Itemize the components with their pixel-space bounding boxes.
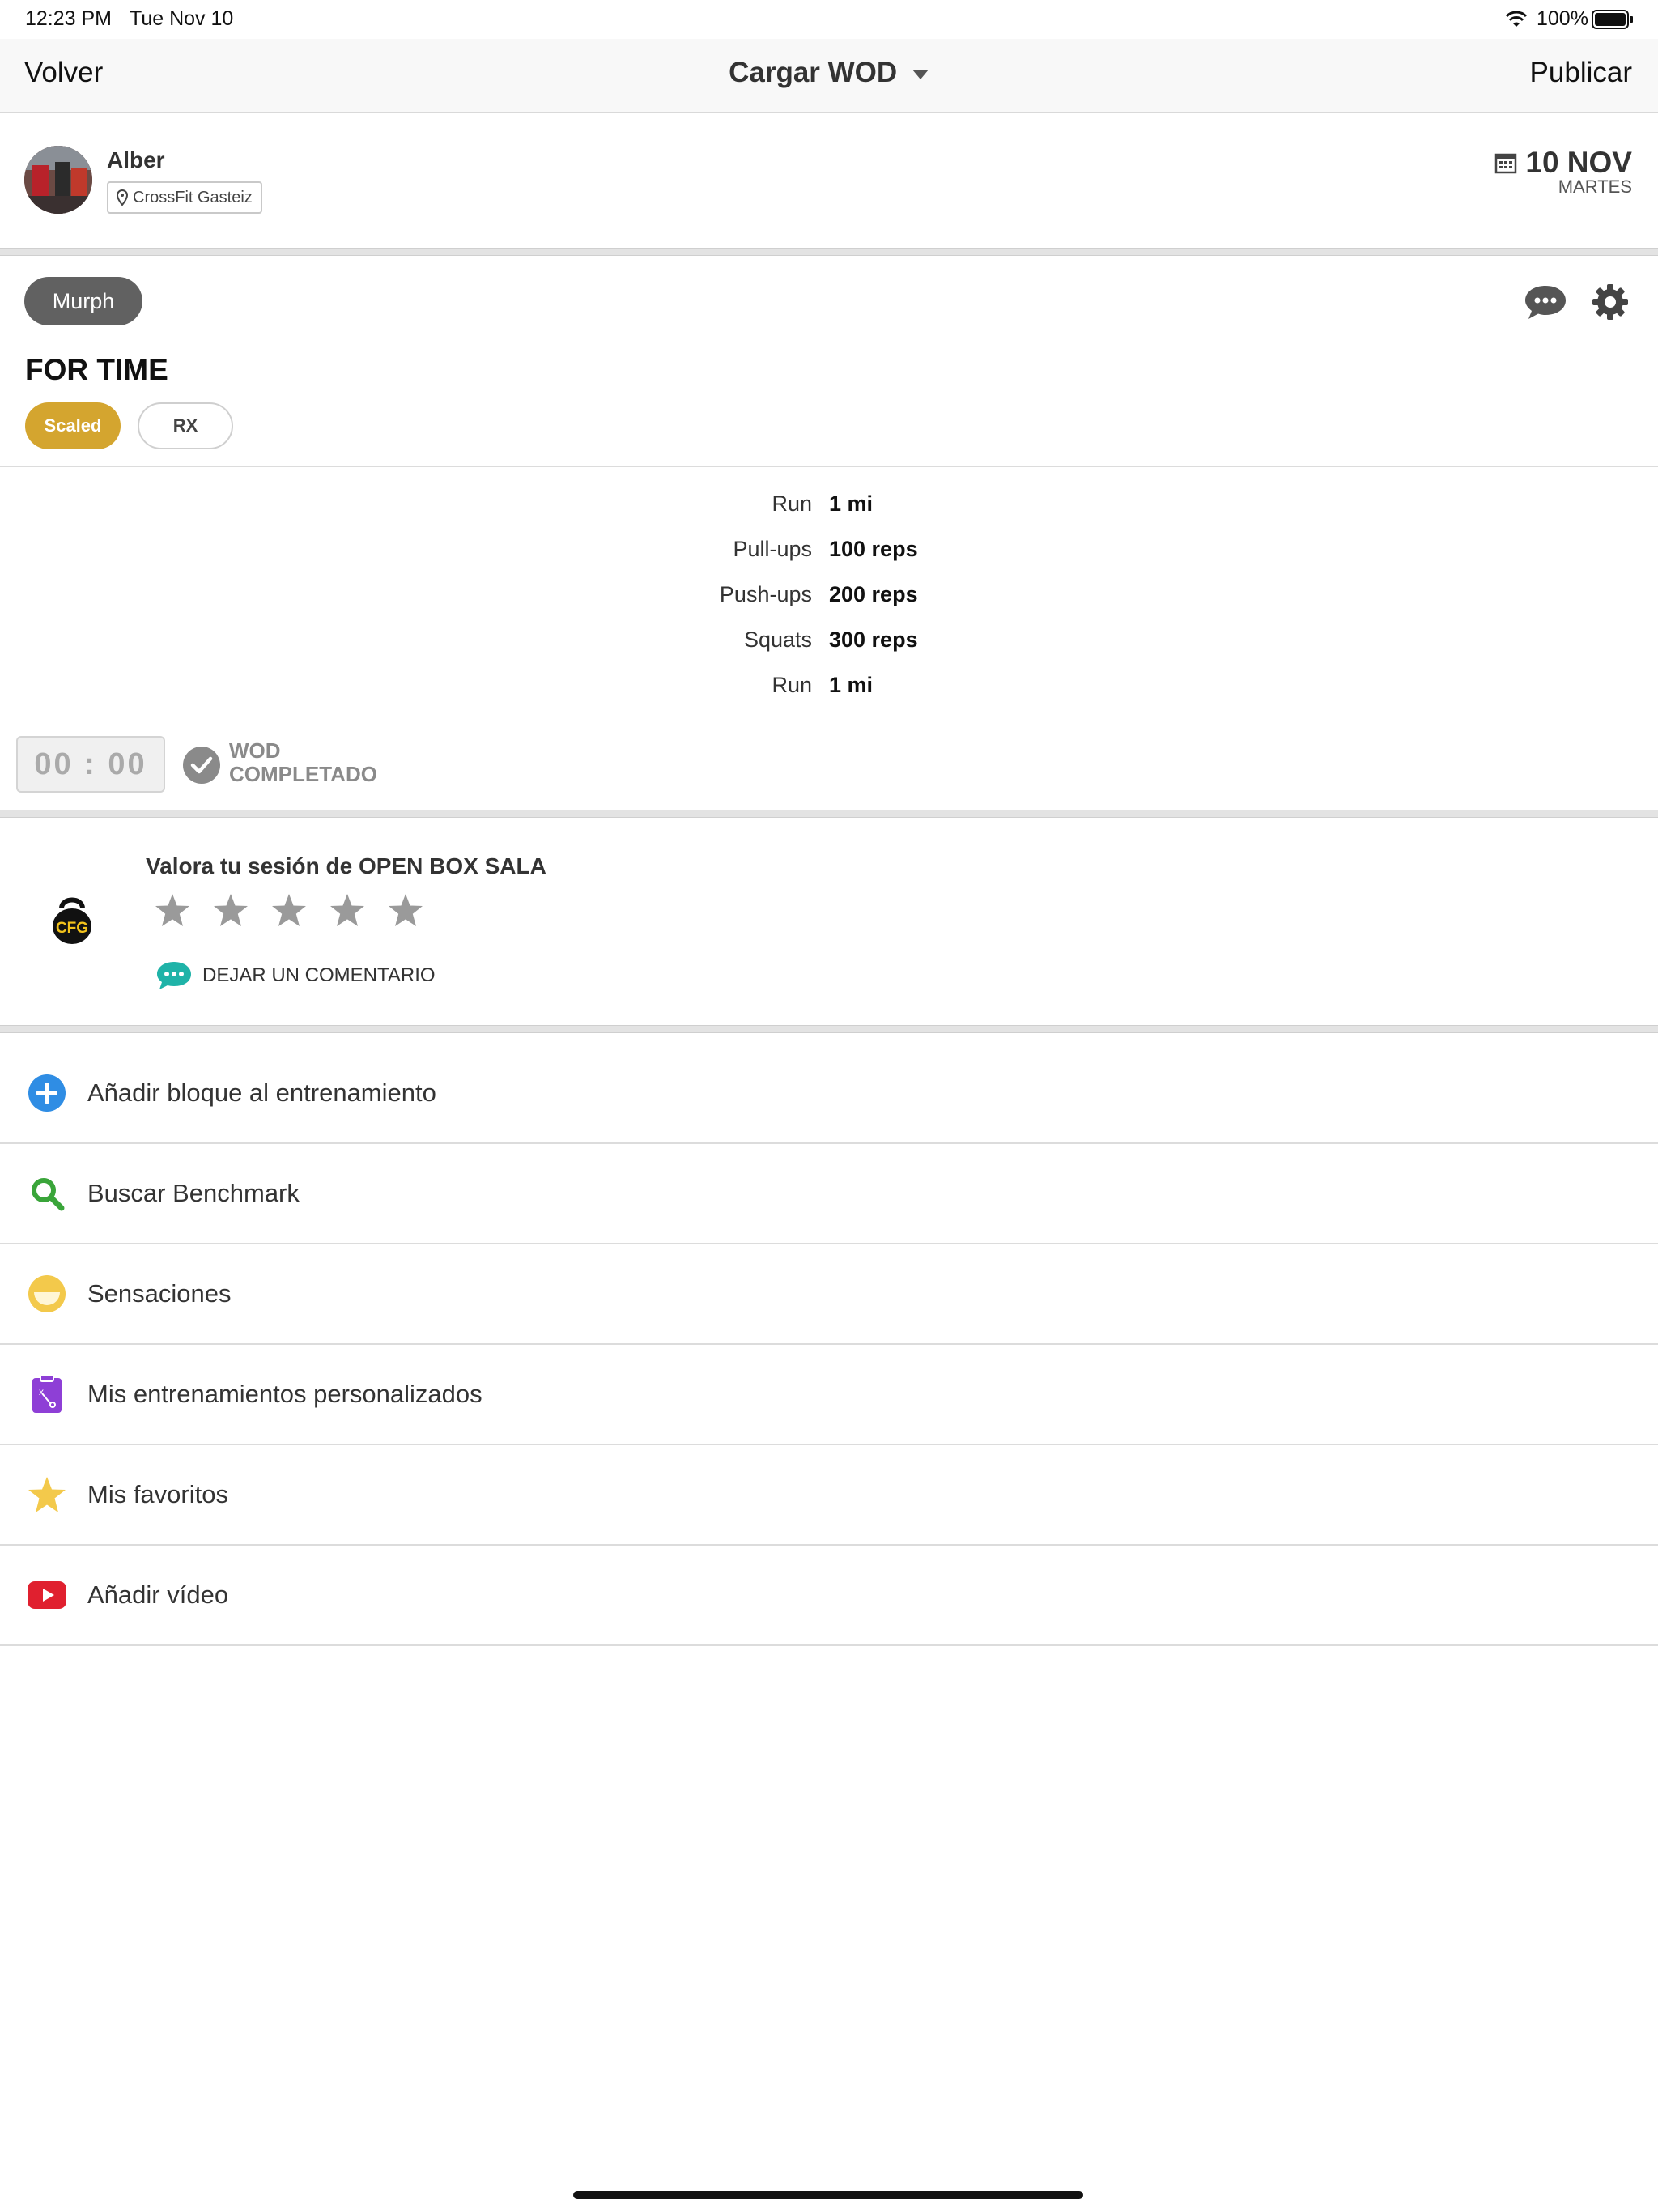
- home-indicator[interactable]: [573, 2191, 1083, 2199]
- box-logo: CFG: [53, 897, 91, 944]
- wod-name-chip[interactable]: Murph: [24, 277, 142, 325]
- leave-comment-label: DEJAR UN COMENTARIO: [202, 964, 436, 986]
- divider-line: [0, 466, 1658, 467]
- wifi-icon: [1505, 11, 1528, 27]
- menu-item-add-block[interactable]: Añadir bloque al entrenamiento: [0, 1044, 1658, 1144]
- star-icon[interactable]: [329, 892, 366, 928]
- menu-item-feelings[interactable]: Sensaciones: [0, 1244, 1658, 1345]
- gym-location-tag[interactable]: CrossFit Gasteiz: [107, 181, 262, 214]
- session-date[interactable]: 10 NOV: [1494, 146, 1632, 180]
- navigation-bar: Volver Cargar WOD Publicar: [0, 39, 1658, 113]
- exercise-name: Run: [772, 491, 812, 516]
- publish-button[interactable]: Publicar: [1530, 57, 1632, 89]
- status-bar: 12:23 PM Tue Nov 10 100%: [0, 0, 1658, 39]
- wod-completed-label[interactable]: WOD COMPLETADO: [229, 739, 377, 786]
- wod-completed-line2: COMPLETADO: [229, 762, 377, 786]
- menu-item-favorites[interactable]: Mis favoritos: [0, 1445, 1658, 1546]
- rating-title: Valora tu sesión de OPEN BOX SALA: [146, 853, 546, 878]
- box-logo-text: CFG: [56, 920, 88, 937]
- youtube-icon: [28, 1581, 66, 1609]
- nav-title: Cargar WOD: [729, 57, 898, 88]
- session-day: 10 NOV: [1525, 146, 1632, 179]
- star-icon[interactable]: [387, 892, 424, 928]
- wod-type-title: FOR TIME: [25, 353, 168, 386]
- menu-item-label: Añadir vídeo: [87, 1580, 229, 1609]
- menu-item-search-benchmark[interactable]: Buscar Benchmark: [0, 1144, 1658, 1244]
- time-input[interactable]: 00 : 00: [16, 736, 165, 793]
- battery-icon: [1592, 10, 1633, 29]
- caret-down-icon: [912, 69, 929, 79]
- exercise-name: Squats: [743, 627, 812, 652]
- status-time: 12:23 PM: [25, 7, 113, 30]
- exercise-name: Run: [772, 673, 812, 697]
- star-icon: [28, 1477, 66, 1512]
- wod-completed-line1: WOD: [229, 738, 281, 763]
- wod-completed-checkbox[interactable]: [183, 747, 220, 784]
- user-header: Alber CrossFit Gasteiz 10 NOV MARTES: [0, 113, 1658, 248]
- exercise-name: Pull-ups: [733, 537, 812, 561]
- section-divider: [0, 248, 1658, 256]
- menu-item-custom-workouts[interactable]: x Mis entrenamientos personalizados: [0, 1345, 1658, 1445]
- menu-item-label: Sensaciones: [87, 1279, 232, 1308]
- user-name: Alber: [107, 147, 165, 172]
- exercise-value: 100 reps: [829, 537, 918, 561]
- exercise-row: Push-ups 200 reps: [0, 582, 1658, 615]
- level-scaled-button[interactable]: Scaled: [25, 402, 121, 449]
- battery-percent: 100%: [1537, 7, 1588, 30]
- star-icon[interactable]: [212, 892, 249, 928]
- location-pin-icon: [117, 189, 128, 206]
- section-divider: [0, 1025, 1658, 1033]
- comment-bubble-icon: [157, 962, 191, 989]
- star-icon[interactable]: [270, 892, 308, 928]
- menu-item-add-video[interactable]: Añadir vídeo: [0, 1546, 1658, 1646]
- avatar[interactable]: [24, 146, 92, 214]
- svg-text:x: x: [39, 1386, 44, 1397]
- menu-item-label: Añadir bloque al entrenamiento: [87, 1078, 436, 1107]
- menu-item-label: Mis entrenamientos personalizados: [87, 1380, 483, 1408]
- exercise-value: 300 reps: [829, 627, 918, 652]
- exercise-value: 200 reps: [829, 582, 918, 606]
- exercise-value: 1 mi: [829, 673, 874, 697]
- calendar-icon: [1495, 153, 1517, 174]
- star-rating[interactable]: [154, 892, 424, 928]
- menu-item-label: Buscar Benchmark: [87, 1179, 300, 1207]
- clipboard-icon: x: [32, 1374, 62, 1413]
- checkmark-icon: [190, 756, 213, 774]
- comments-icon[interactable]: [1524, 283, 1567, 321]
- gym-name: CrossFit Gasteiz: [133, 188, 253, 206]
- status-date: Tue Nov 10: [130, 7, 234, 30]
- star-icon[interactable]: [154, 892, 191, 928]
- exercise-row: Pull-ups 100 reps: [0, 537, 1658, 569]
- exercise-row: Run 1 mi: [0, 491, 1658, 524]
- gear-icon[interactable]: [1592, 283, 1629, 321]
- section-divider: [0, 810, 1658, 818]
- level-rx-button[interactable]: RX: [138, 402, 233, 449]
- exercise-value: 1 mi: [829, 491, 874, 516]
- exercise-row: Squats 300 reps: [0, 627, 1658, 660]
- menu-item-label: Mis favoritos: [87, 1480, 228, 1508]
- plus-circle-icon: [28, 1074, 66, 1112]
- nav-title-dropdown[interactable]: Cargar WOD: [0, 57, 1658, 89]
- exercise-name: Push-ups: [719, 582, 812, 606]
- leave-comment-button[interactable]: DEJAR UN COMENTARIO: [155, 960, 436, 991]
- search-icon: [32, 1178, 65, 1211]
- session-weekday: MARTES: [1558, 177, 1632, 197]
- smiley-icon: [28, 1275, 66, 1312]
- exercise-row: Run 1 mi: [0, 673, 1658, 705]
